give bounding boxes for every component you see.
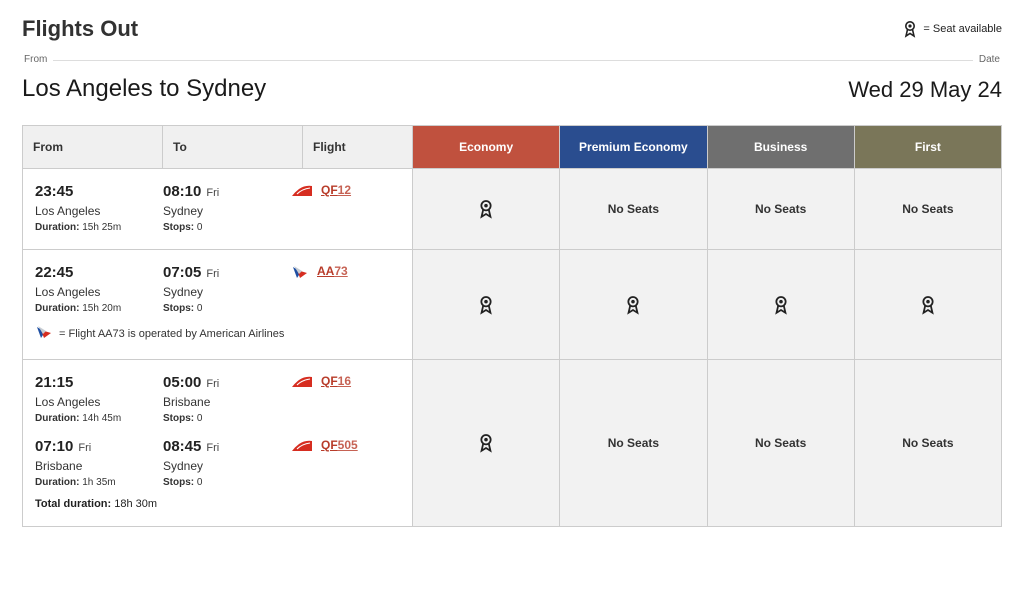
legend-text: = Seat available bbox=[923, 23, 1002, 35]
route-text: Los Angeles to Sydney bbox=[22, 75, 266, 103]
table-header: From To Flight Economy Premium Economy B… bbox=[23, 126, 1001, 169]
departure-city: Los Angeles bbox=[35, 285, 163, 299]
date-text: Wed 29 May 24 bbox=[848, 77, 1002, 103]
cabin-cell-premium[interactable]: No Seats bbox=[560, 360, 707, 526]
flight-info-cell: 22:45 Los Angeles Duration: 15h 20m 07:05 Fr… bbox=[23, 250, 413, 359]
arrival-city: Sydney bbox=[163, 204, 291, 218]
flight-leg: 07:10 Fri Brisbane Duration: 1h 35m 08:45 Fri… bbox=[35, 438, 400, 488]
ribbon-icon bbox=[478, 199, 494, 219]
col-premium-economy[interactable]: Premium Economy bbox=[560, 126, 707, 169]
cabin-cell-business[interactable]: No Seats bbox=[708, 360, 855, 526]
arrival-city: Sydney bbox=[163, 285, 291, 299]
ribbon-icon bbox=[920, 295, 936, 315]
departure-time: 07:10 bbox=[35, 438, 73, 455]
departure-time: 21:15 bbox=[35, 374, 73, 391]
ribbon-icon bbox=[478, 295, 494, 315]
ribbon-icon bbox=[903, 20, 917, 38]
flight-leg: 22:45 Los Angeles Duration: 15h 20m 07:05 Fr… bbox=[35, 264, 400, 314]
flight-row: 21:15 Los Angeles Duration: 14h 45m 05:00 Fr… bbox=[23, 360, 1001, 526]
arrival-time: 08:10 bbox=[163, 183, 201, 200]
date-label: Date bbox=[973, 54, 1006, 65]
stops-text: Stops: 0 bbox=[163, 477, 291, 488]
cabin-cell-economy[interactable] bbox=[413, 169, 560, 249]
col-first[interactable]: First bbox=[855, 126, 1001, 169]
duration-text: Duration: 15h 25m bbox=[35, 222, 163, 233]
col-to: To bbox=[163, 126, 303, 169]
cabin-cell-economy[interactable] bbox=[413, 360, 560, 526]
flight-number-link[interactable]: QF505 bbox=[321, 438, 358, 452]
departure-day: Fri bbox=[78, 442, 91, 454]
qantas-tail-icon bbox=[291, 183, 313, 202]
cabin-cell-first[interactable]: No Seats bbox=[855, 360, 1001, 526]
flight-leg: 23:45 Los Angeles Duration: 15h 25m 08:10 Fr… bbox=[35, 183, 400, 233]
stops-text: Stops: 0 bbox=[163, 222, 291, 233]
departure-time: 22:45 bbox=[35, 264, 73, 281]
total-duration: Total duration: 18h 30m bbox=[35, 498, 400, 510]
cabin-cell-premium[interactable] bbox=[560, 250, 707, 359]
arrival-day: Fri bbox=[206, 378, 219, 390]
operated-by-note: = Flight AA73 is operated by American Ai… bbox=[35, 324, 400, 343]
arrival-city: Brisbane bbox=[163, 395, 291, 409]
departure-city: Los Angeles bbox=[35, 204, 163, 218]
departure-city: Los Angeles bbox=[35, 395, 163, 409]
flight-row: 23:45 Los Angeles Duration: 15h 25m 08:10 Fr… bbox=[23, 169, 1001, 250]
flight-row: 22:45 Los Angeles Duration: 15h 20m 07:05 Fr… bbox=[23, 250, 1001, 360]
col-economy[interactable]: Economy bbox=[413, 126, 560, 169]
arrival-time: 07:05 bbox=[163, 264, 201, 281]
seat-available-legend: = Seat available bbox=[903, 20, 1002, 38]
qantas-tail-icon bbox=[291, 374, 313, 393]
cabin-cell-economy[interactable] bbox=[413, 250, 560, 359]
ribbon-icon bbox=[625, 295, 641, 315]
duration-text: Duration: 14h 45m bbox=[35, 413, 163, 424]
flight-info-cell: 23:45 Los Angeles Duration: 15h 25m 08:10 Fr… bbox=[23, 169, 413, 249]
col-from: From bbox=[23, 126, 163, 169]
page-title: Flights Out bbox=[22, 16, 138, 42]
duration-text: Duration: 15h 20m bbox=[35, 303, 163, 314]
cabin-cell-first[interactable] bbox=[855, 250, 1001, 359]
arrival-day: Fri bbox=[206, 268, 219, 280]
cabin-cell-business[interactable]: No Seats bbox=[708, 169, 855, 249]
qantas-tail-icon bbox=[291, 438, 313, 457]
cabin-cell-premium[interactable]: No Seats bbox=[560, 169, 707, 249]
ribbon-icon bbox=[773, 295, 789, 315]
arrival-city: Sydney bbox=[163, 459, 291, 473]
flight-number-link[interactable]: AA73 bbox=[317, 264, 348, 278]
col-business[interactable]: Business bbox=[708, 126, 855, 169]
col-flight: Flight bbox=[303, 126, 413, 169]
flight-number-link[interactable]: QF16 bbox=[321, 374, 351, 388]
departure-city: Brisbane bbox=[35, 459, 163, 473]
flight-leg: 21:15 Los Angeles Duration: 14h 45m 05:00 Fr… bbox=[35, 374, 400, 424]
ribbon-icon bbox=[478, 433, 494, 453]
american-airlines-icon bbox=[35, 324, 53, 343]
arrival-day: Fri bbox=[206, 187, 219, 199]
cabin-cell-business[interactable] bbox=[708, 250, 855, 359]
stops-text: Stops: 0 bbox=[163, 303, 291, 314]
american-airlines-icon bbox=[291, 264, 309, 285]
arrival-time: 05:00 bbox=[163, 374, 201, 391]
duration-text: Duration: 1h 35m bbox=[35, 477, 163, 488]
flight-info-cell: 21:15 Los Angeles Duration: 14h 45m 05:00 Fr… bbox=[23, 360, 413, 526]
cabin-cell-first[interactable]: No Seats bbox=[855, 169, 1001, 249]
flights-table: From To Flight Economy Premium Economy B… bbox=[22, 125, 1002, 527]
flight-number-link[interactable]: QF12 bbox=[321, 183, 351, 197]
departure-time: 23:45 bbox=[35, 183, 73, 200]
stops-text: Stops: 0 bbox=[163, 413, 291, 424]
arrival-day: Fri bbox=[206, 442, 219, 454]
from-label: From bbox=[18, 54, 53, 65]
arrival-time: 08:45 bbox=[163, 438, 201, 455]
